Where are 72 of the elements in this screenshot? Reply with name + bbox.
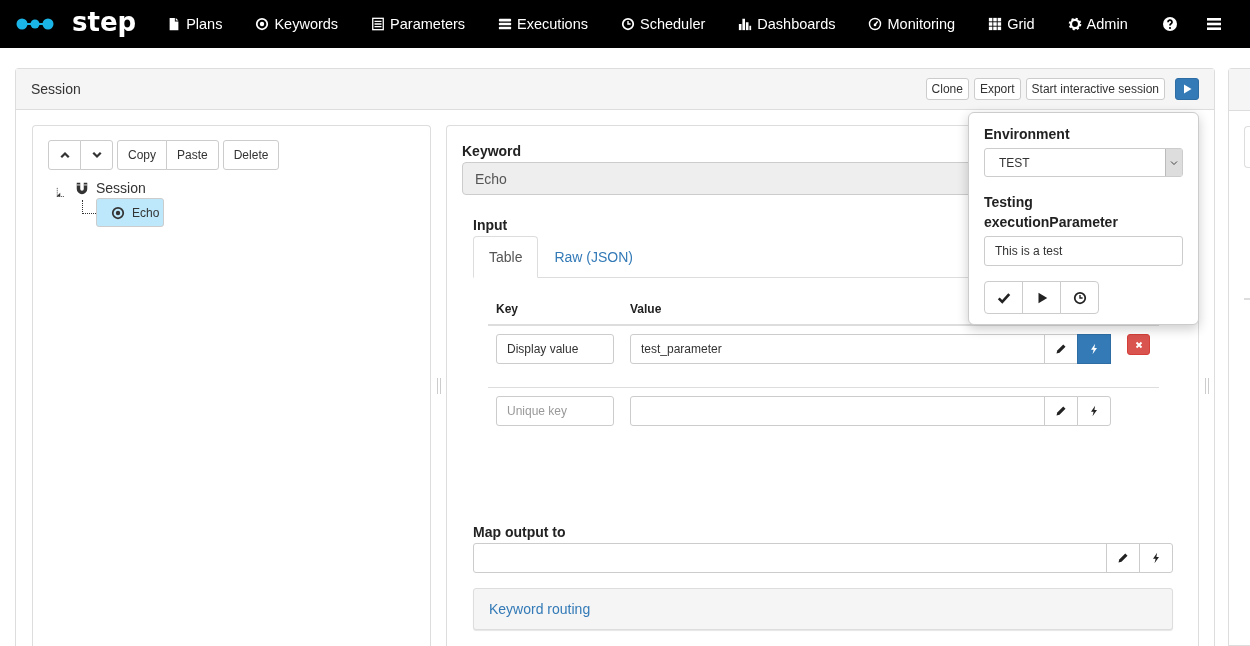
- key-field[interactable]: Unique key: [496, 396, 614, 426]
- nav-link[interactable]: Monitoring: [857, 4, 967, 44]
- nav-link[interactable]: Plans: [156, 4, 234, 44]
- list-icon: [371, 17, 386, 31]
- move-up-button[interactable]: [48, 140, 81, 170]
- nav-link[interactable]: Parameters: [360, 4, 477, 44]
- parameter-field[interactable]: This is a test: [984, 236, 1183, 266]
- move-down-button[interactable]: [80, 140, 113, 170]
- lightning-icon: [1150, 552, 1162, 564]
- target-icon: [255, 17, 270, 31]
- grid-icon: [988, 17, 1003, 31]
- close-icon: [1133, 339, 1144, 350]
- delete-row-button[interactable]: [1127, 334, 1150, 355]
- map-output-field[interactable]: [473, 543, 1107, 573]
- section-label: Input: [473, 217, 508, 233]
- chevron-up-icon: [58, 149, 71, 161]
- routing-link[interactable]: Keyword routing: [489, 601, 591, 617]
- column-header: Key: [496, 302, 519, 316]
- step-logo[interactable]: step: [16, 4, 137, 44]
- help-icon: [1161, 16, 1178, 32]
- bar-chart-icon: [738, 17, 753, 31]
- field-label: Map output to: [473, 524, 566, 540]
- lightning-icon: [1088, 405, 1100, 417]
- panel-title: Session: [31, 81, 81, 97]
- nav-link[interactable]: Scheduler: [610, 4, 717, 44]
- gauge-icon: [868, 17, 883, 31]
- menu-icon: [1205, 16, 1222, 32]
- pencil-icon: [1117, 552, 1129, 564]
- magnet-icon: [75, 181, 89, 195]
- expanded-arrow-icon: [55, 186, 67, 198]
- clock-icon: [621, 17, 635, 31]
- edit-button[interactable]: [1106, 543, 1140, 573]
- tab[interactable]: Table: [473, 236, 539, 278]
- field-label: Keyword: [462, 143, 522, 159]
- field-label: Environment: [984, 125, 1071, 144]
- clock-icon: [1072, 290, 1087, 305]
- nav-link[interactable]: Executions: [487, 4, 599, 44]
- settings-icon: [1067, 17, 1082, 31]
- action-button[interactable]: Export: [973, 78, 1021, 100]
- action-button[interactable]: Clone: [925, 78, 969, 100]
- edit-button[interactable]: [1044, 334, 1078, 364]
- field-label: Testing executionParameter: [984, 193, 1119, 232]
- key-field[interactable]: Display value: [496, 334, 614, 364]
- target-icon: [111, 205, 125, 220]
- tree-node[interactable]: Echo: [96, 198, 165, 227]
- check-icon: [996, 290, 1011, 305]
- toolbar-button[interactable]: Copy: [117, 140, 167, 170]
- tree-node[interactable]: Session: [71, 178, 150, 198]
- run-button[interactable]: [1175, 78, 1199, 100]
- nav-link[interactable]: Grid: [977, 4, 1046, 44]
- action-button[interactable]: Start interactive session: [1025, 78, 1165, 100]
- pencil-icon: [1055, 343, 1067, 355]
- stack-icon: [498, 17, 513, 31]
- nav-link[interactable]: Keywords: [244, 4, 350, 44]
- environment-select[interactable]: TEST: [984, 148, 1183, 177]
- play-button[interactable]: [1022, 281, 1061, 314]
- schedule-button[interactable]: [1060, 281, 1099, 314]
- chevron-down-icon: [90, 149, 103, 161]
- play-icon: [1181, 83, 1193, 95]
- toolbar-button[interactable]: Paste: [166, 140, 219, 170]
- confirm-button[interactable]: [984, 281, 1023, 314]
- value-field[interactable]: [630, 396, 1045, 426]
- edit-button[interactable]: [1044, 396, 1078, 426]
- lightning-icon: [1088, 343, 1100, 355]
- tab[interactable]: Raw (JSON): [538, 236, 650, 278]
- nav-link[interactable]: Admin: [1056, 4, 1139, 44]
- column-header: Value: [630, 302, 662, 316]
- nav-link[interactable]: Dashboards: [727, 4, 847, 44]
- delete-button[interactable]: Delete: [222, 140, 280, 170]
- pencil-icon: [1055, 405, 1067, 417]
- dynamic-toggle[interactable]: [1077, 334, 1111, 364]
- value-field[interactable]: test_parameter: [630, 334, 1045, 364]
